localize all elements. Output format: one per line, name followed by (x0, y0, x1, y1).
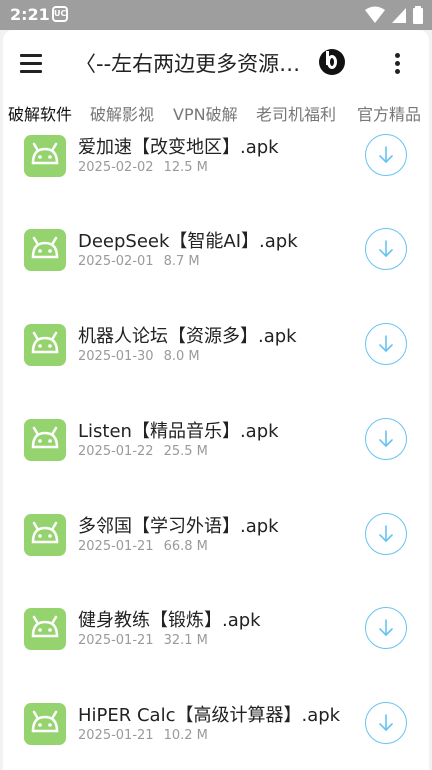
file-name: 爱加速【改变地区】.apk (78, 137, 279, 158)
wifi-icon (364, 6, 385, 23)
file-name: Listen【精品音乐】.apk (78, 421, 279, 442)
file-size: 25.5 M (163, 444, 208, 459)
toolbar: 〈--左右两边更多资源-... (3, 30, 429, 96)
file-size: 66.8 M (163, 539, 208, 554)
file-list: 爱加速【改变地区】.apk 2025-02-02 12.5 M DeepSeek【… (3, 132, 429, 770)
file-meta: 2025-01-30 8.0 M (78, 349, 200, 364)
page-title: 〈--左右两边更多资源-... (75, 52, 301, 76)
file-size: 8.7 M (163, 254, 200, 269)
file-date: 2025-02-02 (78, 160, 154, 175)
android-icon (24, 419, 66, 461)
list-item[interactable]: Listen【精品音乐】.apk 2025-01-22 25.5 M (3, 416, 429, 510)
file-size: 32.1 M (163, 633, 208, 648)
android-icon (24, 608, 66, 650)
file-size: 8.0 M (163, 349, 200, 364)
download-icon[interactable] (365, 607, 407, 649)
file-meta: 2025-01-21 10.2 M (78, 728, 208, 743)
file-meta: 2025-01-21 32.1 M (78, 633, 208, 648)
file-name: 健身教练【锻炼】.apk (78, 610, 261, 631)
signal-icon (391, 8, 406, 23)
download-icon[interactable] (365, 702, 407, 744)
download-icon[interactable] (365, 323, 407, 365)
tab-official-picks[interactable]: 官方精品 (357, 101, 421, 125)
tab-vpn-cracked[interactable]: VPN破解 (173, 101, 238, 125)
app-window: 〈--左右两边更多资源-... 破解软件 破解影视 VPN破解 老司机福利 官方… (3, 30, 429, 770)
android-icon (24, 229, 66, 271)
file-meta: 2025-02-02 12.5 M (78, 160, 208, 175)
android-icon (24, 703, 66, 745)
file-size: 12.5 M (163, 160, 208, 175)
status-bar: 2:21 UC (0, 0, 432, 30)
menu-icon[interactable] (20, 50, 46, 76)
file-name: HiPER Calc【高级计算器】.apk (78, 705, 341, 726)
status-time: 2:21 (10, 5, 50, 24)
list-item[interactable]: HiPER Calc【高级计算器】.apk 2025-01-21 10.2 M (3, 700, 429, 770)
download-icon[interactable] (365, 134, 407, 176)
list-item[interactable]: 机器人论坛【资源多】.apk 2025-01-30 8.0 M (3, 321, 429, 415)
list-item[interactable]: 爱加速【改变地区】.apk 2025-02-02 12.5 M (3, 132, 429, 226)
list-item[interactable]: 多邻国【学习外语】.apk 2025-01-21 66.8 M (3, 511, 429, 605)
more-options-icon[interactable] (389, 50, 405, 76)
download-icon[interactable] (365, 228, 407, 270)
category-tabs: 破解软件 破解影视 VPN破解 老司机福利 官方精品 (3, 96, 429, 132)
android-icon (24, 324, 66, 366)
file-date: 2025-01-21 (78, 728, 154, 743)
file-date: 2025-01-21 (78, 539, 154, 554)
battery-icon (413, 6, 423, 24)
beats-icon[interactable] (319, 49, 345, 75)
status-indicators (364, 6, 424, 24)
file-meta: 2025-02-01 8.7 M (78, 254, 200, 269)
file-date: 2025-01-21 (78, 633, 154, 648)
file-name: 机器人论坛【资源多】.apk (78, 326, 297, 347)
tab-driver-benefits[interactable]: 老司机福利 (256, 101, 336, 125)
uc-notification-icon: UC (52, 6, 68, 22)
file-meta: 2025-01-22 25.5 M (78, 444, 208, 459)
android-icon (24, 514, 66, 556)
tab-cracked-video[interactable]: 破解影视 (90, 101, 154, 125)
file-date: 2025-02-01 (78, 254, 154, 269)
file-name: 多邻国【学习外语】.apk (78, 516, 279, 537)
file-size: 10.2 M (163, 728, 208, 743)
file-date: 2025-01-22 (78, 444, 154, 459)
file-name: DeepSeek【智能AI】.apk (78, 231, 298, 252)
tab-cracked-software[interactable]: 破解软件 (8, 101, 72, 125)
list-item[interactable]: 健身教练【锻炼】.apk 2025-01-21 32.1 M (3, 605, 429, 699)
file-date: 2025-01-30 (78, 349, 154, 364)
download-icon[interactable] (365, 418, 407, 460)
download-icon[interactable] (365, 513, 407, 555)
android-icon (24, 135, 66, 177)
list-item[interactable]: DeepSeek【智能AI】.apk 2025-02-01 8.7 M (3, 226, 429, 320)
file-meta: 2025-01-21 66.8 M (78, 539, 208, 554)
